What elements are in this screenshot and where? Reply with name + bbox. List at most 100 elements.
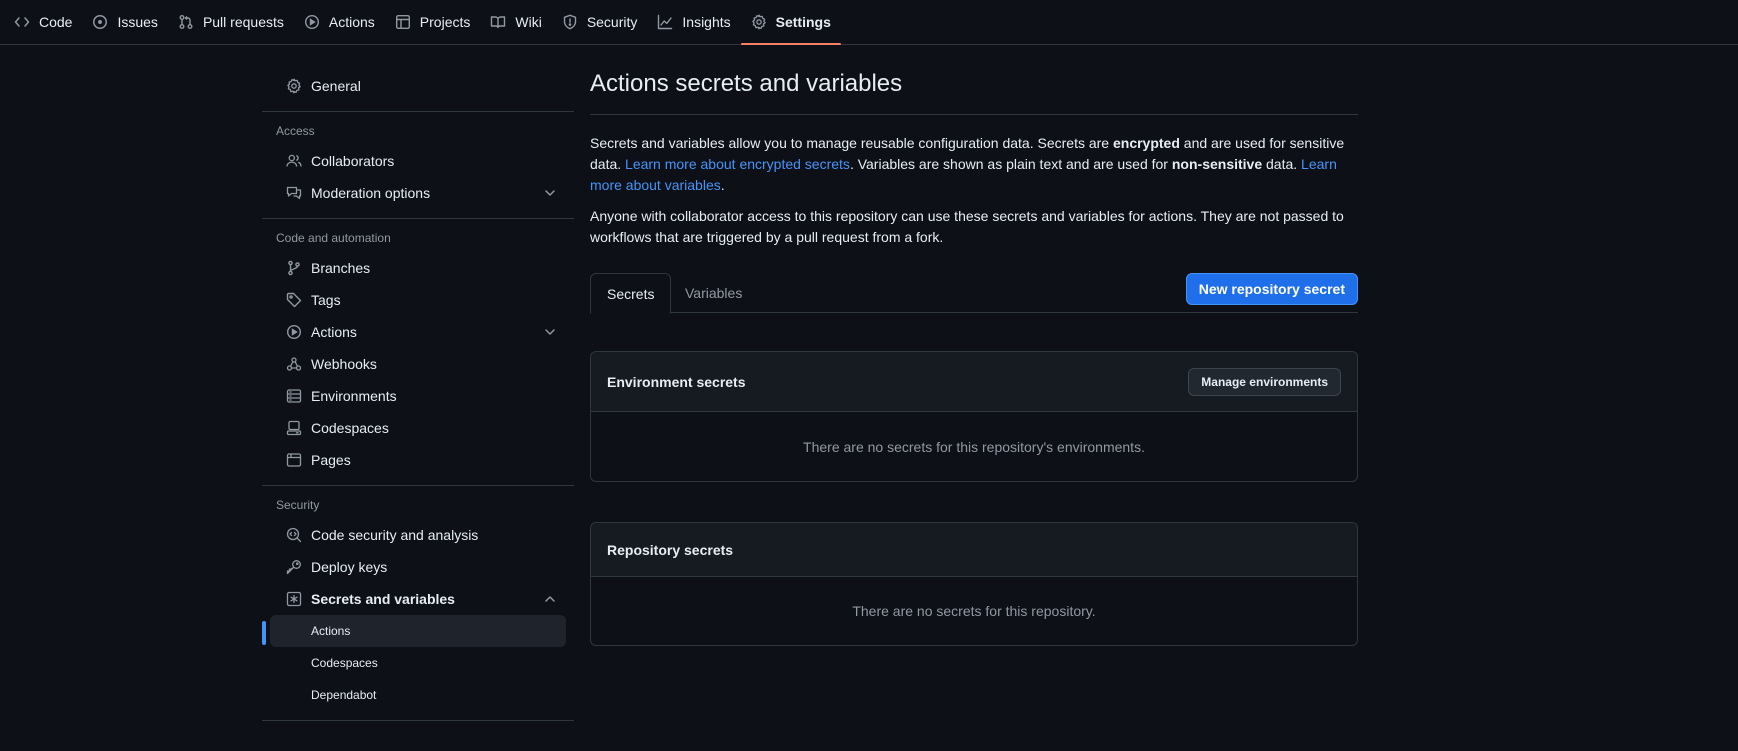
repository-secrets-box: Repository secrets There are no secrets … bbox=[590, 522, 1358, 646]
nav-insights[interactable]: Insights bbox=[647, 0, 740, 44]
sidebar-divider bbox=[262, 111, 574, 112]
sidebar-item-code-security[interactable]: Code security and analysis bbox=[270, 519, 566, 551]
sidebar-item-label: Actions bbox=[311, 624, 351, 638]
table-icon bbox=[395, 14, 411, 30]
sidebar-item-label: Webhooks bbox=[311, 356, 377, 372]
nav-actions[interactable]: Actions bbox=[294, 0, 385, 44]
sidebar-item-tags[interactable]: Tags bbox=[270, 284, 566, 316]
nav-projects[interactable]: Projects bbox=[385, 0, 481, 44]
nav-wiki[interactable]: Wiki bbox=[480, 0, 551, 44]
intro-bold-encrypted: encrypted bbox=[1112, 135, 1180, 151]
chevron-up-icon[interactable] bbox=[542, 591, 558, 607]
sidebar-item-label: General bbox=[311, 78, 361, 94]
codescan-icon bbox=[286, 527, 302, 543]
key-icon bbox=[286, 559, 302, 575]
chevron-down-icon[interactable] bbox=[542, 324, 558, 340]
gear-icon bbox=[286, 78, 302, 94]
sidebar-subitem-dependabot[interactable]: Dependabot bbox=[270, 679, 566, 711]
key-asterisk-icon bbox=[286, 591, 302, 607]
repo-nav: Code Issues Pull requests Actions Projec… bbox=[0, 0, 1738, 45]
shield-icon bbox=[562, 14, 578, 30]
sidebar-item-webhooks[interactable]: Webhooks bbox=[270, 348, 566, 380]
chevron-down-icon[interactable] bbox=[542, 185, 558, 201]
sidebar-item-label: Moderation options bbox=[311, 185, 431, 201]
environment-secrets-header: Environment secrets Manage environments bbox=[591, 352, 1357, 412]
nav-projects-label: Projects bbox=[419, 14, 471, 30]
tag-icon bbox=[286, 292, 302, 308]
sidebar-item-environments[interactable]: Environments bbox=[270, 380, 566, 412]
webhook-icon bbox=[286, 356, 302, 372]
manage-environments-button[interactable]: Manage environments bbox=[1188, 368, 1341, 396]
intro-text: . Variables are shown as plain text and … bbox=[849, 156, 1172, 172]
git-pull-request-icon bbox=[178, 14, 194, 30]
nav-code-label: Code bbox=[39, 14, 73, 30]
main-content: Actions secrets and variables Secrets an… bbox=[590, 70, 1358, 646]
sidebar-item-label: Deploy keys bbox=[311, 559, 388, 575]
sidebar-item-pages[interactable]: Pages bbox=[270, 444, 566, 476]
sidebar-item-label: Code security and analysis bbox=[311, 527, 479, 543]
sidebar-item-moderation-options[interactable]: Moderation options bbox=[270, 177, 566, 209]
sidebar-item-secrets-variables[interactable]: Secrets and variables bbox=[270, 583, 566, 615]
code-icon bbox=[14, 14, 30, 30]
intro-text: . bbox=[720, 177, 725, 193]
sidebar-subitem-actions[interactable]: Actions bbox=[262, 615, 566, 647]
graph-icon bbox=[657, 14, 673, 30]
book-icon bbox=[490, 14, 506, 30]
sidebar-item-codespaces[interactable]: Codespaces bbox=[270, 412, 566, 444]
sidebar-item-label: Tags bbox=[311, 292, 341, 308]
intro-bold-non-sensitive: non-sensitive bbox=[1171, 156, 1263, 172]
intro-text: Secrets and variables allow you to manag… bbox=[590, 135, 1113, 151]
sidebar-subitem-codespaces[interactable]: Codespaces bbox=[270, 647, 566, 679]
sidebar-divider bbox=[262, 720, 574, 721]
sidebar-item-label: Actions bbox=[311, 324, 357, 340]
intro-paragraph: Secrets and variables allow you to manag… bbox=[590, 133, 1358, 196]
nav-pull-requests[interactable]: Pull requests bbox=[168, 0, 294, 44]
sidebar-item-deploy-keys[interactable]: Deploy keys bbox=[270, 551, 566, 583]
nav-code[interactable]: Code bbox=[4, 0, 82, 44]
issue-opened-icon bbox=[92, 14, 108, 30]
sidebar-item-actions[interactable]: Actions bbox=[270, 316, 566, 348]
browser-icon bbox=[286, 452, 302, 468]
collaborator-note: Anyone with collaborator access to this … bbox=[590, 208, 1344, 245]
play-icon bbox=[304, 14, 320, 30]
nav-security[interactable]: Security bbox=[552, 0, 648, 44]
learn-more-secrets-link[interactable]: Learn more about encrypted secrets bbox=[625, 156, 850, 172]
environment-secrets-box: Environment secrets Manage environments … bbox=[590, 351, 1358, 482]
tab-secrets[interactable]: Secrets bbox=[590, 273, 672, 314]
comment-discussion-icon bbox=[286, 185, 302, 201]
sidebar-item-label: Dependabot bbox=[311, 688, 377, 702]
nav-actions-label: Actions bbox=[328, 14, 375, 30]
people-icon bbox=[286, 153, 302, 169]
settings-sidebar: General Access Collaborators Moderation … bbox=[262, 70, 574, 730]
server-icon bbox=[286, 388, 302, 404]
codespaces-icon bbox=[286, 420, 302, 436]
gear-icon bbox=[751, 14, 767, 30]
sidebar-item-label: Secrets and variables bbox=[311, 591, 455, 607]
sidebar-item-general[interactable]: General bbox=[270, 70, 566, 102]
sidebar-item-label: Pages bbox=[311, 452, 351, 468]
nav-security-label: Security bbox=[586, 14, 638, 30]
sidebar-item-collaborators[interactable]: Collaborators bbox=[270, 145, 566, 177]
sidebar-heading-code-automation: Code and automation bbox=[276, 231, 391, 245]
sidebar-item-branches[interactable]: Branches bbox=[270, 252, 566, 284]
nav-issues[interactable]: Issues bbox=[82, 0, 167, 44]
nav-pull-requests-label: Pull requests bbox=[202, 14, 284, 30]
environment-secrets-empty: There are no secrets for this repository… bbox=[803, 438, 1145, 455]
new-repository-secret-button[interactable]: New repository secret bbox=[1185, 273, 1358, 305]
intro-text: data. bbox=[1262, 156, 1302, 172]
sidebar-divider bbox=[262, 485, 574, 486]
nav-insights-label: Insights bbox=[682, 14, 731, 30]
repository-secrets-header: Repository secrets bbox=[591, 523, 1357, 577]
sidebar-item-label: Environments bbox=[311, 388, 397, 404]
sidebar-heading-security: Security bbox=[276, 498, 320, 512]
nav-settings-label: Settings bbox=[775, 14, 831, 30]
sidebar-divider bbox=[262, 218, 574, 219]
nav-settings[interactable]: Settings bbox=[740, 0, 842, 45]
sidebar-item-label: Collaborators bbox=[311, 153, 395, 169]
nav-wiki-label: Wiki bbox=[515, 14, 542, 30]
play-icon bbox=[286, 324, 302, 340]
sidebar-item-label: Branches bbox=[311, 260, 371, 276]
tab-variables[interactable]: Variables bbox=[669, 273, 758, 314]
repository-secrets-empty: There are no secrets for this repository… bbox=[852, 603, 1096, 619]
sidebar-item-label: Codespaces bbox=[311, 656, 378, 670]
